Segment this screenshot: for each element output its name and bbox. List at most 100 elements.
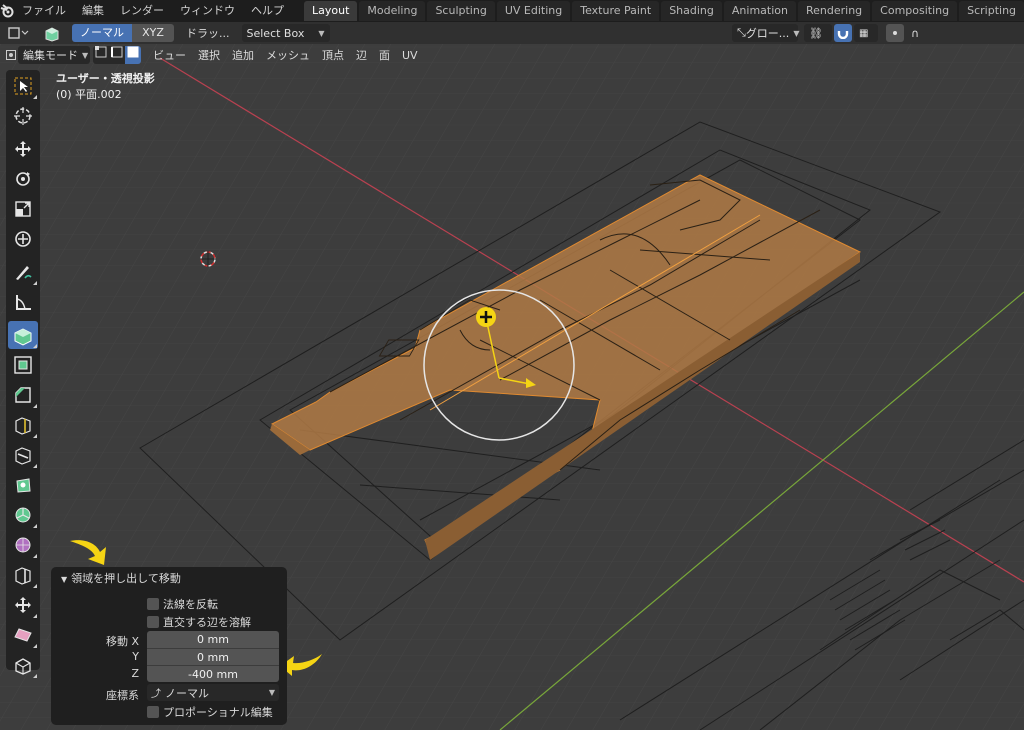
orientation-value: ノーマル [165, 686, 209, 700]
editor-type-icon[interactable] [6, 46, 16, 64]
blender-logo-icon[interactable] [0, 0, 14, 22]
proportional-editing-checkbox[interactable]: プロポーショナル編集 [147, 704, 273, 720]
mode-dropdown[interactable]: 編集モード ▼ [18, 46, 90, 64]
loop-cut-tool-icon[interactable] [8, 411, 38, 439]
pivot-point-dropdown[interactable]: ⛓ [804, 24, 832, 42]
menu-mesh[interactable]: メッシュ [260, 47, 316, 63]
dissolve-orthogonal-label: 直交する辺を溶解 [163, 616, 251, 629]
move-y-label: Y [132, 650, 139, 663]
chevron-down-icon: ▼ [82, 50, 89, 60]
orientation-dropdown[interactable]: ⤴ ノーマル ▼ [147, 684, 279, 701]
falloff-curve-icon: ∩ [911, 26, 920, 40]
menu-render[interactable]: レンダー [112, 0, 172, 22]
knife-tool-icon[interactable] [8, 441, 38, 469]
tab-scripting[interactable]: Scripting [959, 1, 1024, 21]
dissolve-orthogonal-checkbox[interactable]: 直交する辺を溶解 [147, 614, 251, 630]
edge-slide-tool-icon[interactable] [8, 561, 38, 589]
menu-window[interactable]: ウィンドウ [172, 0, 243, 22]
vertex-select-icon[interactable] [93, 46, 109, 64]
extrude-region-tool-icon[interactable] [8, 321, 38, 349]
checkbox-box[interactable] [147, 616, 159, 628]
spin-tool-icon[interactable] [8, 501, 38, 529]
transform-orientation-dropdown[interactable]: ⤡ グロー... ▼ [732, 24, 799, 42]
collapse-triangle-icon[interactable]: ▼ [61, 575, 67, 584]
orientation-label: 座標系 [106, 689, 139, 702]
falloff-dropdown[interactable]: ∩ [906, 24, 932, 42]
move-tool-icon[interactable] [8, 135, 38, 163]
menu-uv[interactable]: UV [396, 49, 424, 62]
poly-build-tool-icon[interactable] [8, 471, 38, 499]
shrink-fatten-tool-icon[interactable] [8, 591, 38, 619]
scale-tool-icon[interactable] [8, 195, 38, 223]
snap-toggle-icon[interactable] [834, 24, 852, 42]
panel-title-label: 領域を押し出して移動 [71, 572, 181, 585]
flip-normals-checkbox[interactable]: 法線を反転 [147, 596, 218, 612]
view-name: ユーザー・透視投影 [56, 72, 155, 85]
redo-operator-panel: ▼ 領域を押し出して移動 法線を反転 直交する辺を溶解 移動 X 0 mm Y 0… [51, 567, 287, 725]
menu-edit[interactable]: 編集 [74, 0, 112, 22]
menu-view[interactable]: ビュー [147, 47, 192, 63]
viewport-header: 編集モード ▼ ビュー 選択 追加 メッシュ 頂点 辺 面 UV [0, 44, 418, 66]
chevron-down-icon: ▼ [318, 28, 325, 38]
top-menu-bar: ファイル 編集 レンダー ウィンドウ ヘルプ Layout Modeling S… [0, 0, 1024, 22]
tab-sculpting[interactable]: Sculpting [427, 1, 495, 21]
orientation-normal-button[interactable]: ノーマル [72, 24, 132, 42]
workspace-tabs: Layout Modeling Sculpting UV Editing Tex… [304, 0, 1024, 22]
tool-settings-header: ノーマル XYZ ドラッ... Select Box ▼ ⤡ グロー... ▼ ⛓ … [0, 22, 1024, 44]
proportional-editing-label: プロポーショナル編集 [163, 706, 273, 719]
bevel-tool-icon[interactable] [8, 381, 38, 409]
drag-option[interactable]: ドラッ... [180, 25, 236, 41]
select-box-tool-icon[interactable] [8, 72, 38, 100]
move-z-field[interactable]: -400 mm [147, 665, 279, 682]
menu-add[interactable]: 追加 [226, 47, 260, 63]
smooth-tool-icon[interactable] [8, 531, 38, 559]
move-z-label: Z [131, 667, 139, 680]
extrude-tool-icon[interactable] [42, 24, 62, 42]
tool-shelf [6, 70, 40, 678]
move-x-field[interactable]: 0 mm [147, 631, 279, 648]
face-select-icon[interactable] [125, 46, 141, 64]
checkbox-box[interactable] [147, 598, 159, 610]
select-box-dropdown[interactable]: Select Box ▼ [241, 24, 330, 42]
tool-selector-icon[interactable] [6, 24, 32, 42]
viewport-info: ユーザー・透視投影 (0) 平面.002 [56, 71, 155, 103]
annotate-tool-icon[interactable] [8, 258, 38, 286]
snap-grid-icon: ▦ [859, 27, 869, 39]
tab-modeling[interactable]: Modeling [359, 1, 426, 21]
menu-file[interactable]: ファイル [14, 0, 74, 22]
measure-tool-icon[interactable] [8, 288, 38, 316]
tab-shading[interactable]: Shading [661, 1, 722, 21]
menu-edge[interactable]: 辺 [350, 47, 373, 63]
tab-rendering[interactable]: Rendering [797, 1, 871, 21]
menu-face[interactable]: 面 [373, 47, 396, 63]
link-icon: ⛓ [809, 26, 823, 40]
shear-tool-icon[interactable] [8, 621, 38, 649]
orientation-segment: ノーマル XYZ [72, 24, 174, 42]
move-y-field[interactable]: 0 mm [147, 648, 279, 665]
menu-select[interactable]: 選択 [192, 47, 226, 63]
panel-title[interactable]: ▼ 領域を押し出して移動 [61, 571, 181, 587]
tab-layout[interactable]: Layout [304, 1, 358, 21]
proportional-editing-icon[interactable] [886, 24, 904, 42]
select-mode-segment [93, 46, 141, 64]
edge-select-icon[interactable] [109, 46, 125, 64]
checkbox-box[interactable] [147, 706, 159, 718]
cursor-tool-icon[interactable] [8, 102, 38, 130]
move-x-label: 移動 X [105, 635, 139, 648]
tab-compositing[interactable]: Compositing [872, 1, 958, 21]
tab-uv-editing[interactable]: UV Editing [496, 1, 571, 21]
global-icon: ⤡ [737, 26, 746, 39]
menu-vertex[interactable]: 頂点 [316, 47, 350, 63]
object-name: (0) 平面.002 [56, 88, 122, 101]
rotate-tool-icon[interactable] [8, 165, 38, 193]
transform-tool-icon[interactable] [8, 225, 38, 253]
tab-texture-paint[interactable]: Texture Paint [572, 1, 660, 21]
snap-target-dropdown[interactable]: ▦ [854, 24, 878, 42]
flip-normals-label: 法線を反転 [163, 598, 218, 611]
orientation-xyz-button[interactable]: XYZ [132, 24, 174, 42]
tab-animation[interactable]: Animation [723, 1, 796, 21]
inset-faces-tool-icon[interactable] [8, 351, 38, 379]
select-box-label: Select Box [246, 26, 305, 40]
rip-region-tool-icon[interactable] [8, 651, 38, 679]
menu-help[interactable]: ヘルプ [243, 0, 292, 22]
